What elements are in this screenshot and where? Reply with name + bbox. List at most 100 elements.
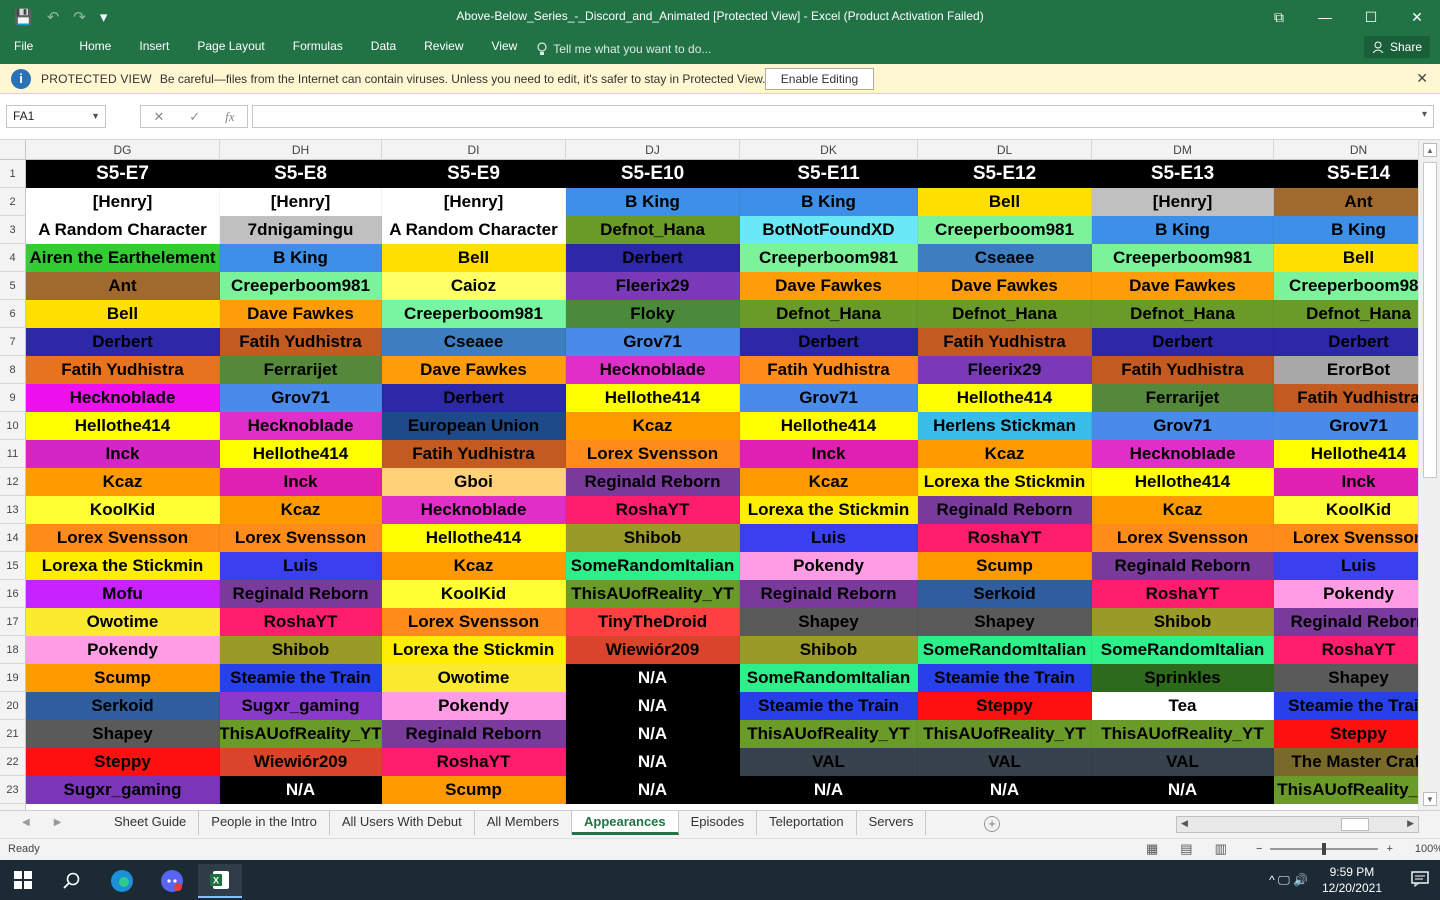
appearance-cell[interactable]: Reginald Reborn xyxy=(220,580,382,608)
appearance-cell[interactable]: N/A xyxy=(918,776,1092,804)
appearance-cell[interactable]: Dave Fawkes xyxy=(740,272,918,300)
share-button[interactable]: Share xyxy=(1363,36,1430,58)
sheet-tab[interactable]: Appearances xyxy=(571,811,679,835)
tray-icons[interactable]: ^ 🖵 🔊 xyxy=(1269,873,1308,888)
appearance-cell[interactable]: RoshaYT xyxy=(566,496,740,524)
appearance-cell[interactable]: Hellothe414 xyxy=(1092,468,1274,496)
appearance-cell[interactable]: Cseaee xyxy=(918,244,1092,272)
close-button[interactable]: ✕ xyxy=(1394,0,1440,34)
appearance-cell[interactable]: ThisAUofReality_YT xyxy=(1274,776,1418,804)
appearance-cell[interactable]: European Union xyxy=(382,412,566,440)
row-header[interactable]: 15 xyxy=(0,552,25,580)
appearance-cell[interactable]: N/A xyxy=(566,720,740,748)
row-header[interactable]: 4 xyxy=(0,244,25,272)
cancel-icon[interactable]: ✕ xyxy=(153,109,164,125)
appearance-cell[interactable]: Fatih Yudhistra xyxy=(918,328,1092,356)
appearance-cell[interactable]: SomeRandomItalian xyxy=(1092,636,1274,664)
sheet-tab[interactable]: Servers xyxy=(857,811,927,835)
appearance-cell[interactable]: Luis xyxy=(740,524,918,552)
row-header[interactable]: 21 xyxy=(0,720,25,748)
appearance-cell[interactable]: Hellothe414 xyxy=(918,384,1092,412)
row-header[interactable]: 5 xyxy=(0,272,25,300)
appearance-cell[interactable]: Gboi xyxy=(382,468,566,496)
appearance-cell[interactable]: Defnot_Hana xyxy=(566,216,740,244)
appearance-cell[interactable]: Derbert xyxy=(382,384,566,412)
tab-page-layout[interactable]: Page Layout xyxy=(183,34,278,64)
appearance-cell[interactable]: Hellothe414 xyxy=(26,412,220,440)
appearance-cell[interactable]: Fatih Yudhistra xyxy=(382,440,566,468)
horizontal-scrollbar[interactable]: ◀ ▶ xyxy=(1176,816,1419,833)
appearance-cell[interactable]: SomeRandomItalian xyxy=(566,552,740,580)
appearance-cell[interactable]: Tea xyxy=(1092,692,1274,720)
appearance-cell[interactable]: [Henry] xyxy=(1092,188,1274,216)
appearance-cell[interactable]: B King xyxy=(1274,216,1418,244)
appearance-cell[interactable]: Lorex Svensson xyxy=(220,524,382,552)
page-break-view-icon[interactable]: ▥ xyxy=(1215,841,1227,857)
column-header[interactable]: DG xyxy=(26,140,220,160)
tab-file[interactable]: File xyxy=(0,34,47,64)
appearance-cell[interactable]: Hellothe414 xyxy=(740,412,918,440)
episode-header-cell[interactable]: S5-E14 xyxy=(1274,160,1418,188)
appearance-cell[interactable]: Inck xyxy=(220,468,382,496)
appearance-cell[interactable]: Grov71 xyxy=(220,384,382,412)
scroll-left-icon[interactable]: ◀ xyxy=(1181,818,1188,829)
sheet-tab[interactable]: Teleportation xyxy=(757,811,857,835)
appearance-cell[interactable]: Shibob xyxy=(1092,608,1274,636)
appearance-cell[interactable]: Shapey xyxy=(918,608,1092,636)
appearance-cell[interactable]: Creeperboom981 xyxy=(1092,244,1274,272)
appearance-cell[interactable]: Shibob xyxy=(740,636,918,664)
appearance-cell[interactable]: Steamie the Train xyxy=(1274,692,1418,720)
appearance-cell[interactable]: Wiewiór209 xyxy=(566,636,740,664)
horizontal-scroll-thumb[interactable] xyxy=(1341,818,1369,831)
row-header[interactable]: 13 xyxy=(0,496,25,524)
appearance-cell[interactable]: [Henry] xyxy=(26,188,220,216)
appearance-cell[interactable]: Creeperboom981 xyxy=(918,216,1092,244)
appearance-cell[interactable]: Kcaz xyxy=(26,468,220,496)
zoom-out-button[interactable]: − xyxy=(1256,843,1262,855)
appearance-cell[interactable]: Lorex Svensson xyxy=(382,608,566,636)
tab-review[interactable]: Review xyxy=(410,34,477,64)
sheet-tab[interactable]: Episodes xyxy=(679,811,758,835)
appearance-cell[interactable]: The Master Craft xyxy=(1274,748,1418,776)
appearance-cell[interactable]: Derbert xyxy=(1274,328,1418,356)
appearance-cell[interactable]: Pokendy xyxy=(26,636,220,664)
appearance-cell[interactable]: Hecknoblade xyxy=(382,496,566,524)
clock[interactable]: 9:59 PM 12/20/2021 xyxy=(1322,864,1382,896)
sheet-tab[interactable]: All Users With Debut xyxy=(330,811,475,835)
column-header[interactable]: DH xyxy=(220,140,382,160)
column-header[interactable]: DM xyxy=(1092,140,1274,160)
appearance-cell[interactable]: Owotime xyxy=(26,608,220,636)
appearance-cell[interactable]: Reginald Reborn xyxy=(382,720,566,748)
row-header[interactable]: 8 xyxy=(0,356,25,384)
sheet-tab[interactable]: All Members xyxy=(475,811,572,835)
next-sheet-icon[interactable]: ▶ xyxy=(54,817,62,828)
row-header[interactable]: 16 xyxy=(0,580,25,608)
episode-header-cell[interactable]: S5-E8 xyxy=(220,160,382,188)
appearance-cell[interactable]: BotNotFoundXD xyxy=(740,216,918,244)
save-icon[interactable]: 💾 xyxy=(14,8,33,26)
appearance-cell[interactable]: Dave Fawkes xyxy=(220,300,382,328)
appearance-cell[interactable]: RoshaYT xyxy=(1092,580,1274,608)
episode-header-cell[interactable]: S5-E9 xyxy=(382,160,566,188)
tab-view[interactable]: View xyxy=(478,34,532,64)
search-icon[interactable] xyxy=(50,864,94,898)
appearance-cell[interactable]: Herlens Stickman xyxy=(918,412,1092,440)
appearance-cell[interactable]: Sugxr_gaming xyxy=(26,776,220,804)
appearance-cell[interactable]: N/A xyxy=(566,664,740,692)
appearance-cell[interactable]: Kcaz xyxy=(740,468,918,496)
appearance-cell[interactable]: Floky xyxy=(566,300,740,328)
edge-icon[interactable] xyxy=(100,864,144,898)
appearance-cell[interactable]: Creeperboom981 xyxy=(220,272,382,300)
appearance-cell[interactable]: Serkoid xyxy=(26,692,220,720)
row-header[interactable]: 12 xyxy=(0,468,25,496)
row-header[interactable]: 18 xyxy=(0,636,25,664)
appearance-cell[interactable]: Ant xyxy=(26,272,220,300)
appearance-cell[interactable]: Reginald Reborn xyxy=(1274,608,1418,636)
zoom-knob[interactable] xyxy=(1322,843,1327,855)
appearance-cell[interactable]: Scump xyxy=(26,664,220,692)
zoom-in-button[interactable]: + xyxy=(1386,843,1392,855)
windows-start-icon[interactable] xyxy=(14,871,32,889)
add-sheet-icon[interactable]: + xyxy=(984,816,1000,832)
appearance-cell[interactable]: Shibob xyxy=(220,636,382,664)
appearance-cell[interactable]: Fatih Yudhistra xyxy=(740,356,918,384)
